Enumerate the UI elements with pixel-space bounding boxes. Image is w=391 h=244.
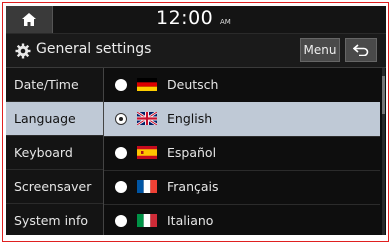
back-arrow-icon [353,44,369,56]
language-label: English [167,111,213,126]
clock-ampm: AM [220,18,231,26]
sidebar-item-date-time[interactable]: Date/Time [6,68,103,102]
back-button[interactable] [345,38,377,62]
sidebar-item-screensaver[interactable]: Screensaver [6,170,103,204]
italy-flag-icon [137,214,157,227]
language-option-deutsch[interactable]: Deutsch [104,68,380,103]
menu-button[interactable]: Menu [300,38,340,62]
scrollbar-thumb[interactable] [382,76,385,114]
sidebar-item-keyboard[interactable]: Keyboard [6,136,103,170]
radio-button[interactable] [115,181,127,193]
language-label: Español [167,145,217,160]
sidebar-item-system-info[interactable]: System info [6,204,103,235]
language-label: Italiano [167,213,214,228]
scrollbar[interactable] [382,68,385,235]
radio-button[interactable] [115,79,127,91]
uk-flag-icon [137,112,157,125]
settings-sidebar: Date/Time Language Keyboard Screensaver … [6,68,104,235]
germany-flag-icon [137,78,157,91]
language-list: Deutsch English Español Français Italian… [104,68,386,235]
home-button[interactable] [6,6,53,33]
spain-flag-icon [137,146,157,159]
home-icon [22,13,36,26]
language-option-english[interactable]: English [104,102,380,137]
radio-button-selected[interactable] [115,113,127,125]
language-option-italiano[interactable]: Italiano [104,204,380,235]
france-flag-icon [137,180,157,193]
language-option-espanol[interactable]: Español [104,136,380,171]
clock-time: 12:00 [156,7,214,29]
radio-button[interactable] [115,147,127,159]
infotainment-screen: 12:00 AM General settings Menu Date/Time… [6,6,386,235]
page-title: General settings [36,41,152,57]
title-bar: General settings Menu [6,34,386,68]
gear-icon [15,43,31,59]
language-label: Français [167,179,219,194]
sidebar-item-language[interactable]: Language [6,102,103,136]
radio-dot [119,117,123,121]
radio-button[interactable] [115,215,127,227]
language-label: Deutsch [167,77,219,92]
status-bar: 12:00 AM [6,6,386,34]
language-option-francais[interactable]: Français [104,170,380,205]
